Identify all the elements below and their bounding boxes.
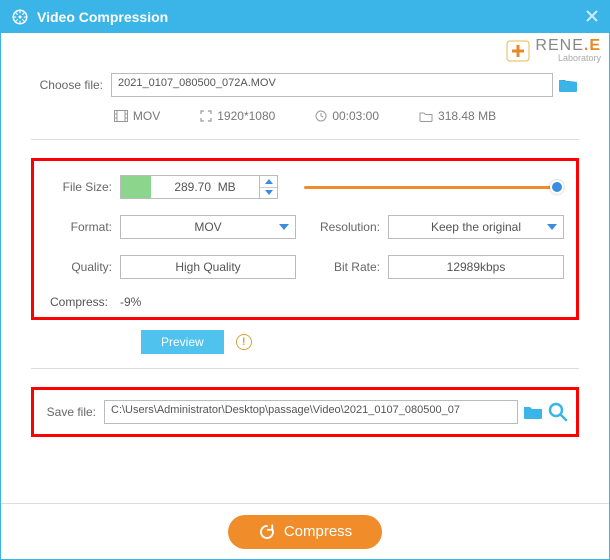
settings-panel: File Size: 289.70 MB Format: [31,158,579,320]
filesize-slider[interactable] [304,175,564,199]
meta-resolution: 1920*1080 [200,109,275,123]
resolution-select[interactable]: Keep the original [388,215,564,239]
choose-file-input[interactable]: 2021_0107_080500_072A.MOV [111,73,553,97]
divider-1 [31,139,579,140]
format-select[interactable]: MOV [120,215,296,239]
content-area: Choose file: 2021_0107_080500_072A.MOV M… [1,33,609,437]
bitrate-field[interactable]: 12989kbps [388,255,564,279]
choose-file-label: Choose file: [31,78,111,92]
brand-logo-area: RENE.E Laboratory [505,37,601,63]
app-window: Video Compression RENE.E Laboratory Choo… [0,0,610,560]
slider-thumb[interactable] [550,180,564,194]
compress-button[interactable]: Compress [228,515,382,549]
meta-duration: 00:03:00 [315,109,379,123]
compress-ratio: Compress: -9% [46,295,564,309]
meta-size: 318.48 MB [419,109,496,123]
browse-input-button[interactable] [557,74,579,96]
quality-label: Quality: [46,260,120,274]
app-icon [11,8,29,26]
spinner-down-icon[interactable] [260,188,277,199]
refresh-icon [258,523,276,541]
spinner-up-icon[interactable] [260,176,277,188]
file-meta-row: MOV 1920*1080 00:03:00 318.48 MB [31,109,579,123]
film-icon [114,110,128,122]
filesize-field[interactable]: 289.70 MB [120,175,260,199]
filesize-fill [121,176,151,198]
format-label: Format: [46,220,120,234]
divider-2 [31,368,579,369]
footer: Compress [1,503,609,559]
brand-name: RENE [535,37,583,54]
preview-button[interactable]: Preview [141,330,224,354]
quality-field[interactable]: High Quality [120,255,296,279]
close-button[interactable] [581,5,603,27]
filesize-label: File Size: [46,180,120,194]
brand-cross-icon [505,37,531,63]
expand-icon [200,110,212,122]
folder-small-icon [419,111,433,122]
open-folder-button[interactable] [548,402,568,422]
save-file-input[interactable]: C:\Users\Administrator\Desktop\passage\V… [104,400,518,424]
browse-output-button[interactable] [522,401,544,423]
chevron-down-icon [547,224,557,230]
window-title: Video Compression [37,9,168,25]
filesize-spinner[interactable] [260,175,278,199]
meta-format: MOV [114,109,160,123]
chevron-down-icon [279,224,289,230]
bitrate-label: Bit Rate: [314,260,388,274]
titlebar: Video Compression [1,1,609,33]
save-file-panel: Save file: C:\Users\Administrator\Deskto… [31,387,579,437]
resolution-label: Resolution: [314,220,388,234]
clock-icon [315,110,327,122]
warning-icon[interactable]: ! [236,334,252,350]
save-file-label: Save file: [42,405,104,419]
choose-file-row: Choose file: 2021_0107_080500_072A.MOV [31,73,579,97]
